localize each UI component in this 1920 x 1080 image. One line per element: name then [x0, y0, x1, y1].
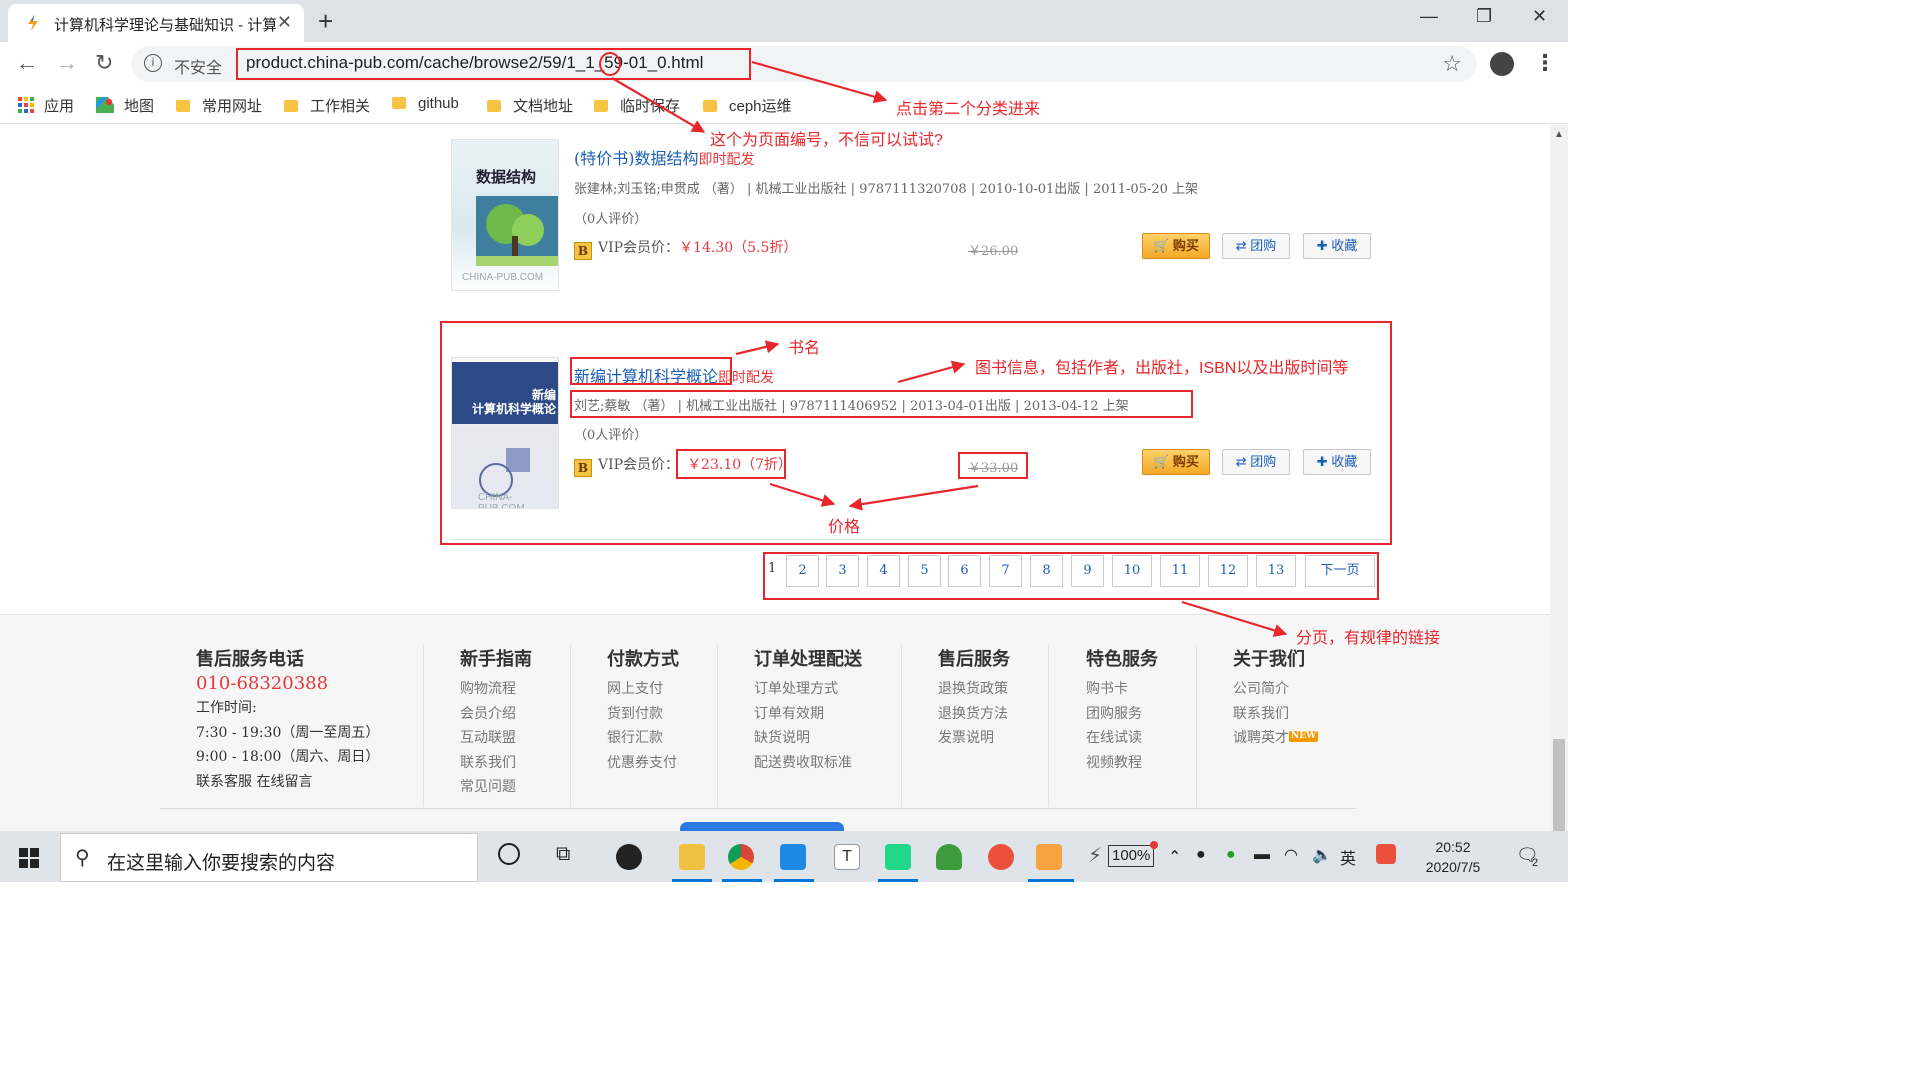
windows-start-icon[interactable]: [19, 848, 39, 868]
scroll-up-icon[interactable]: ▲: [1554, 129, 1564, 140]
sogou-ime-icon[interactable]: [1376, 844, 1396, 864]
cortana-icon[interactable]: [498, 843, 520, 865]
typora-icon[interactable]: T: [834, 844, 860, 870]
task-view-icon[interactable]: ⧉: [556, 843, 570, 866]
qq-icon[interactable]: ●: [1196, 846, 1206, 864]
pycharm-icon[interactable]: [885, 844, 911, 870]
search-icon: ⚲: [75, 847, 90, 869]
app-icon-butterfly[interactable]: [616, 844, 642, 870]
active-indicator: [672, 879, 712, 882]
tray-expand-icon[interactable]: ⌃: [1168, 847, 1181, 867]
clock[interactable]: 20:52 2020/7/5: [1418, 837, 1488, 877]
active-indicator: [722, 879, 762, 882]
ime-icon[interactable]: 英: [1340, 845, 1356, 869]
scrollbar-thumb[interactable]: [1553, 739, 1565, 831]
battery-alert-dot: [1150, 841, 1158, 849]
chrome-icon[interactable]: [728, 844, 754, 870]
wifi-icon[interactable]: ◠: [1284, 845, 1298, 865]
taskbar-search-box[interactable]: ⚲ 在这里输入你要搜索的内容: [60, 833, 478, 882]
search-placeholder: 在这里输入你要搜索的内容: [107, 853, 336, 874]
active-indicator: [878, 879, 918, 882]
app-icon-snail[interactable]: [988, 844, 1014, 870]
clock-time: 20:52: [1435, 839, 1471, 855]
vscode-icon[interactable]: [780, 844, 806, 870]
clock-date: 2020/7/5: [1425, 859, 1481, 875]
windows-taskbar: ⚲ 在这里输入你要搜索的内容 ⧉ T ⚡ 100% ⌃ ● ● ▬ ◠ 🔈 英 …: [0, 831, 1568, 882]
file-explorer-icon[interactable]: [679, 844, 705, 870]
tray-device-icon[interactable]: ▬: [1254, 846, 1270, 864]
battery-bolt-icon: ⚡: [1088, 845, 1103, 867]
active-indicator: [1028, 879, 1074, 882]
app-icon-rocket[interactable]: [936, 844, 962, 870]
page-scrollbar[interactable]: ▲: [1550, 125, 1568, 831]
annotation-arrows: [611, 60, 1288, 637]
volume-icon[interactable]: 🔈: [1312, 845, 1332, 865]
active-indicator: [774, 879, 814, 882]
tray-app-icon[interactable]: ●: [1226, 846, 1236, 864]
notification-count: 2: [1532, 857, 1539, 869]
app-icon-avatar[interactable]: [1036, 844, 1062, 870]
battery-indicator[interactable]: 100%: [1108, 845, 1155, 867]
